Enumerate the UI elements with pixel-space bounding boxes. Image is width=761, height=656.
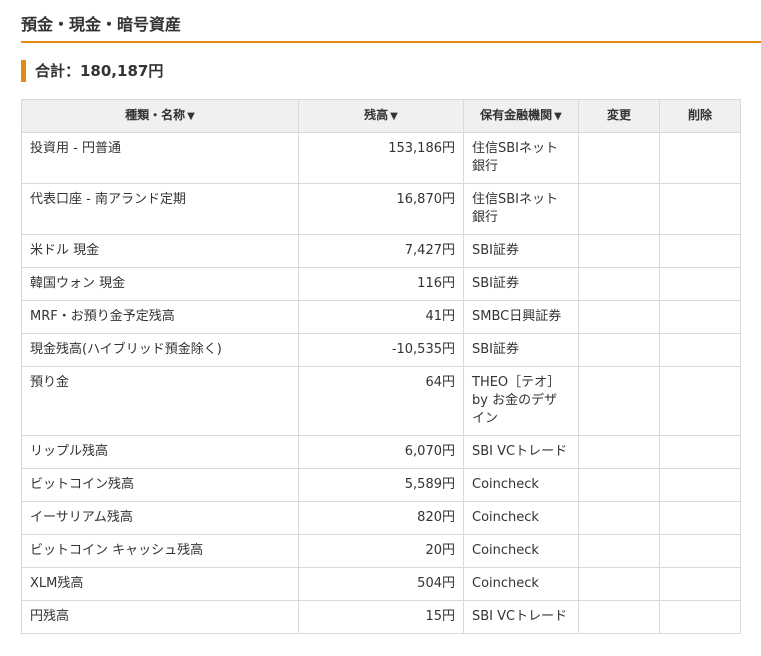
delete-cell [659, 567, 741, 601]
table-row: ビットコイン残高 5,589円 Coincheck [21, 468, 741, 502]
total-amount: 合計：180,187円 [21, 60, 163, 82]
balance-cell: 7,427円 [298, 234, 464, 268]
delete-cell [659, 366, 741, 436]
section-title: 預金・現金・暗号資産 [21, 15, 182, 34]
table-row: XLM残高 504円 Coincheck [21, 567, 741, 601]
section-header: 預金・現金・暗号資産 [21, 0, 761, 43]
institution-cell: SBI VCトレード [463, 435, 579, 469]
edit-cell [578, 234, 660, 268]
delete-cell [659, 501, 741, 535]
assets-table: 種類・名称 ▼ 残高 ▼ 保有金融機関 ▼ 変更 削除 投資用 - 円普通 153,18… [21, 99, 741, 634]
asset-name-cell: 円残高 [21, 600, 299, 634]
asset-name-cell: 韓国ウォン 現金 [21, 267, 299, 301]
balance-cell: 64円 [298, 366, 464, 436]
edit-cell [578, 132, 660, 184]
delete-cell [659, 435, 741, 469]
table-row: イーサリアム残高 820円 Coincheck [21, 501, 741, 535]
delete-cell [659, 267, 741, 301]
header-edit: 変更 [578, 99, 660, 133]
sort-arrow-icon: ▼ [390, 111, 398, 122]
header-delete: 削除 [659, 99, 741, 133]
asset-name-cell: ビットコイン キャッシュ残高 [21, 534, 299, 568]
delete-cell [659, 300, 741, 334]
institution-cell: SBI VCトレード [463, 600, 579, 634]
sort-arrow-icon: ▼ [187, 111, 195, 122]
edit-cell [578, 366, 660, 436]
sort-arrow-icon: ▼ [554, 111, 562, 122]
balance-cell: 820円 [298, 501, 464, 535]
edit-cell [578, 468, 660, 502]
sort-by-name-header[interactable]: 種類・名称 ▼ [21, 99, 299, 133]
table-row: 円残高 15円 SBI VCトレード [21, 600, 741, 634]
edit-cell [578, 534, 660, 568]
balance-cell: 41円 [298, 300, 464, 334]
table-row: MRF・お預り金予定残高 41円 SMBC日興証券 [21, 300, 741, 334]
asset-name-cell: 預り金 [21, 366, 299, 436]
institution-cell: THEO［テオ］by お金のデザイン [463, 366, 579, 436]
edit-cell [578, 267, 660, 301]
edit-cell [578, 333, 660, 367]
balance-cell: 6,070円 [298, 435, 464, 469]
table-row: ビットコイン キャッシュ残高 20円 Coincheck [21, 534, 741, 568]
balance-cell: 15円 [298, 600, 464, 634]
delete-cell [659, 333, 741, 367]
asset-name-cell: 代表口座 - 南アランド定期 [21, 183, 299, 235]
table-row: 現金残高(ハイブリッド預金除く) -10,535円 SBI証券 [21, 333, 741, 367]
table-row: 米ドル 現金 7,427円 SBI証券 [21, 234, 741, 268]
balance-cell: -10,535円 [298, 333, 464, 367]
header-balance-label: 残高 [364, 108, 389, 122]
institution-cell: SBI証券 [463, 267, 579, 301]
institution-cell: Coincheck [463, 501, 579, 535]
table-row: 預り金 64円 THEO［テオ］by お金のデザイン [21, 366, 741, 436]
table-row: 投資用 - 円普通 153,186円 住信SBIネット銀行 [21, 132, 741, 184]
delete-cell [659, 132, 741, 184]
institution-cell: 住信SBIネット銀行 [463, 132, 579, 184]
delete-cell [659, 234, 741, 268]
edit-cell [578, 300, 660, 334]
institution-cell: Coincheck [463, 534, 579, 568]
institution-cell: SBI証券 [463, 234, 579, 268]
asset-name-cell: XLM残高 [21, 567, 299, 601]
balance-cell: 5,589円 [298, 468, 464, 502]
balance-cell: 116円 [298, 267, 464, 301]
edit-cell [578, 435, 660, 469]
edit-cell [578, 183, 660, 235]
balance-cell: 504円 [298, 567, 464, 601]
asset-name-cell: 投資用 - 円普通 [21, 132, 299, 184]
asset-name-cell: イーサリアム残高 [21, 501, 299, 535]
asset-name-cell: ビットコイン残高 [21, 468, 299, 502]
institution-cell: 住信SBIネット銀行 [463, 183, 579, 235]
delete-cell [659, 183, 741, 235]
institution-cell: SMBC日興証券 [463, 300, 579, 334]
table-row: リップル残高 6,070円 SBI VCトレード [21, 435, 741, 469]
asset-name-cell: 現金残高(ハイブリッド預金除く) [21, 333, 299, 367]
table-row: 代表口座 - 南アランド定期 16,870円 住信SBIネット銀行 [21, 183, 741, 235]
balance-cell: 16,870円 [298, 183, 464, 235]
table-row: 韓国ウォン 現金 116円 SBI証券 [21, 267, 741, 301]
edit-cell [578, 567, 660, 601]
balance-cell: 20円 [298, 534, 464, 568]
header-institution-label: 保有金融機関 [480, 108, 553, 122]
table-header-row: 種類・名称 ▼ 残高 ▼ 保有金融機関 ▼ 変更 削除 [21, 99, 741, 133]
balance-cell: 153,186円 [298, 132, 464, 184]
delete-cell [659, 600, 741, 634]
asset-name-cell: 米ドル 現金 [21, 234, 299, 268]
header-name-label: 種類・名称 [125, 108, 186, 122]
delete-cell [659, 468, 741, 502]
assets-page: 預金・現金・暗号資産 合計：180,187円 種類・名称 ▼ 残高 ▼ 保有金融機関… [0, 0, 761, 656]
edit-cell [578, 501, 660, 535]
institution-cell: Coincheck [463, 567, 579, 601]
asset-name-cell: リップル残高 [21, 435, 299, 469]
sort-by-balance-header[interactable]: 残高 ▼ [298, 99, 464, 133]
edit-cell [578, 600, 660, 634]
sort-by-institution-header[interactable]: 保有金融機関 ▼ [463, 99, 579, 133]
institution-cell: Coincheck [463, 468, 579, 502]
institution-cell: SBI証券 [463, 333, 579, 367]
asset-name-cell: MRF・お預り金予定残高 [21, 300, 299, 334]
delete-cell [659, 534, 741, 568]
